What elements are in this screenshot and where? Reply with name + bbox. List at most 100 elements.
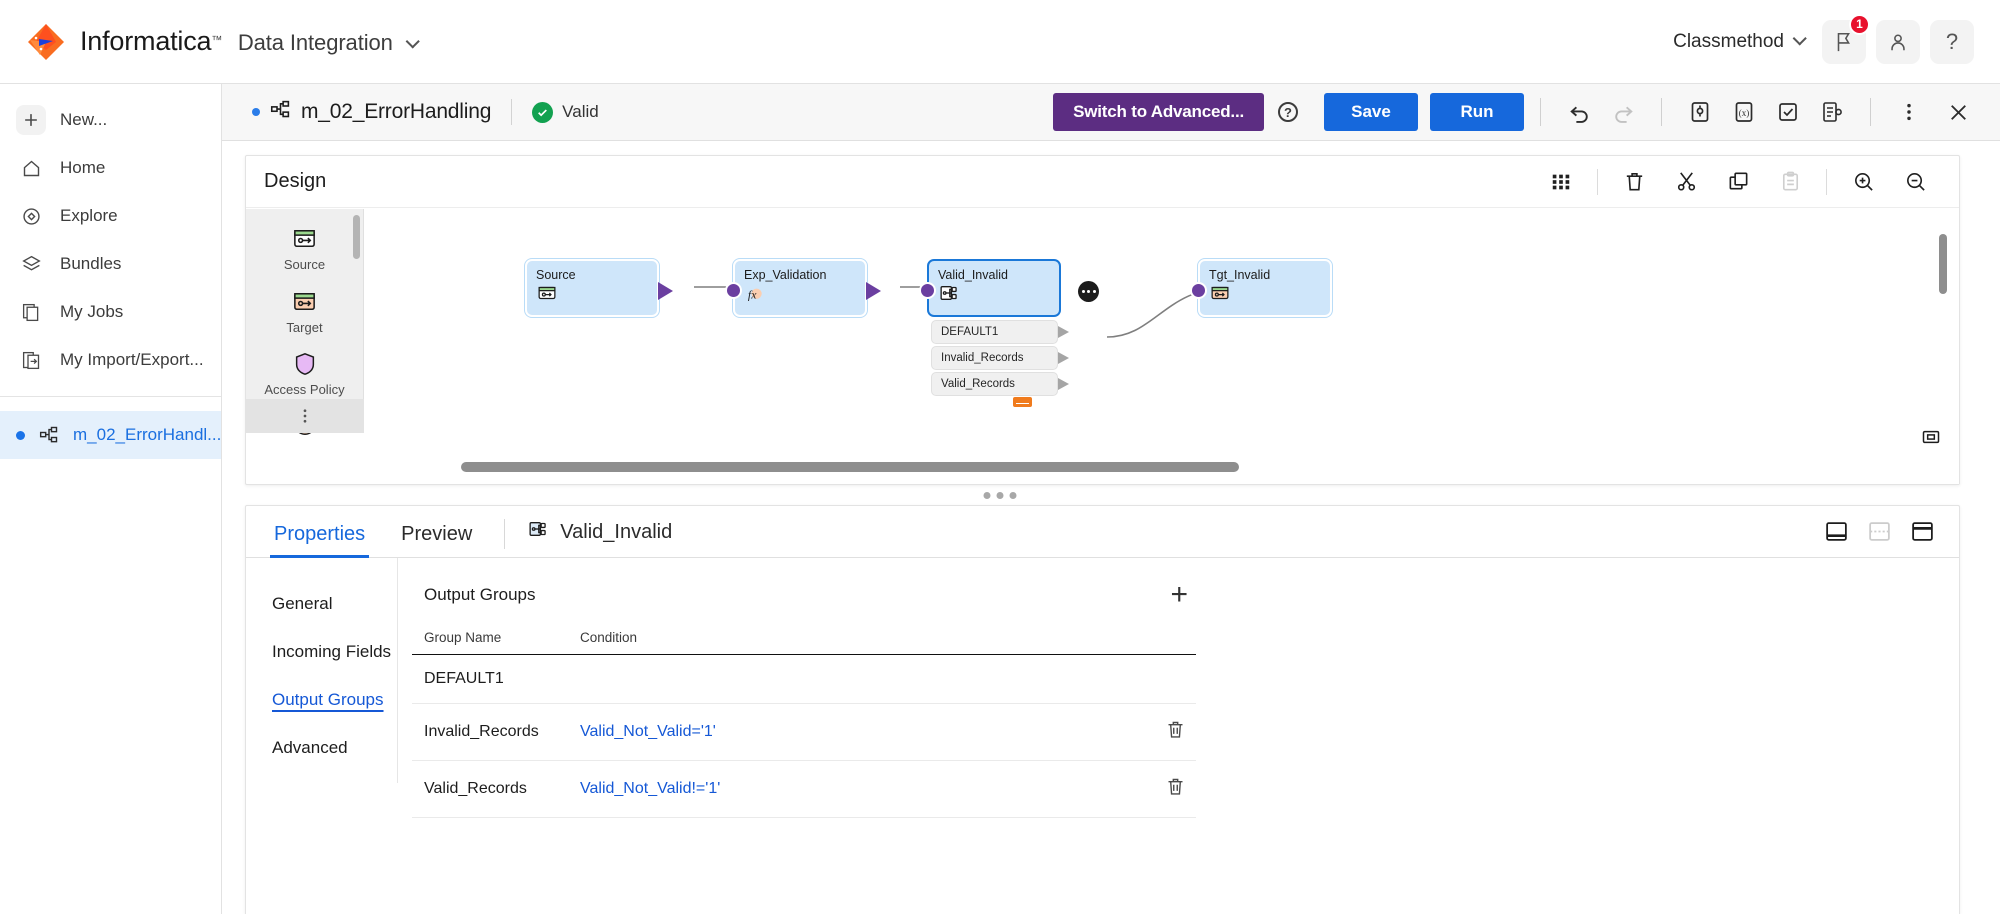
parameters-icon[interactable] xyxy=(1683,95,1717,129)
tab-preview[interactable]: Preview xyxy=(397,523,476,557)
canvas-output-group-default1[interactable]: DEFAULT1 xyxy=(931,320,1069,344)
design-canvas-card: Design Source Target Access Policy Sourc… xyxy=(245,155,1960,485)
prop-nav-general[interactable]: General xyxy=(272,594,332,614)
product-chevron-down-icon[interactable] xyxy=(405,34,420,49)
status-badge: Valid xyxy=(562,102,599,121)
row-condition-1[interactable]: Valid_Not_Valid='1' xyxy=(580,723,716,740)
mapping-status: Valid xyxy=(532,101,599,123)
documents-icon xyxy=(16,302,46,323)
palette-item-target[interactable]: Target xyxy=(246,288,363,335)
canvas-output-group-invalid-records[interactable]: Invalid_Records xyxy=(931,346,1069,370)
canvas-node-tgt-invalid[interactable]: Tgt_Invalid xyxy=(1190,259,1332,317)
org-name: Classmethod xyxy=(1673,30,1784,52)
svg-text:fx: fx xyxy=(748,289,757,302)
canvas-output-group-valid-records[interactable]: Valid_Records xyxy=(931,372,1069,396)
delete-row-2-icon[interactable] xyxy=(1165,776,1186,802)
sidebar-item-home[interactable]: Home xyxy=(0,144,221,192)
row-condition-2[interactable]: Valid_Not_Valid!='1' xyxy=(580,780,720,797)
kebab-menu-icon[interactable] xyxy=(1892,95,1926,129)
table-row[interactable]: DEFAULT1 xyxy=(412,654,1196,704)
mapping-modified-dot xyxy=(252,108,260,116)
mapping-canvas[interactable]: Source Exp_Validation fx Valid_Invalid D… xyxy=(365,209,1959,484)
router-icon xyxy=(527,518,549,546)
sidebar-item-my-import-export[interactable]: My Import/Export... xyxy=(0,336,221,384)
palette-scrollbar[interactable] xyxy=(353,215,360,259)
canvas-node-source[interactable]: Source xyxy=(525,259,673,317)
help-icon[interactable]: ? xyxy=(1930,19,1974,64)
output-group-arrow-2 xyxy=(1058,378,1069,390)
palette-item-access-policy[interactable]: Access Policy xyxy=(246,351,363,397)
unsaved-dot-indicator xyxy=(16,430,25,440)
sidebar-label-new: New... xyxy=(60,110,108,129)
help-glyph: ? xyxy=(1945,28,1959,54)
panel-resize-handle[interactable] xyxy=(983,492,1017,499)
toolbar-actions: Switch to Advanced... ? Save Run (x) xyxy=(1053,93,1980,131)
sidebar-item-my-jobs[interactable]: My Jobs xyxy=(0,288,221,336)
canvas-node-exp-validation[interactable]: Exp_Validation fx xyxy=(725,259,881,317)
add-output-group-button[interactable]: + xyxy=(1170,580,1188,610)
layout-bottom-panel-icon[interactable] xyxy=(1824,519,1849,549)
plus-icon xyxy=(16,105,46,135)
tab-properties[interactable]: Properties xyxy=(270,523,370,558)
fit-to-window-icon[interactable] xyxy=(1921,427,1941,452)
undo-icon[interactable] xyxy=(1562,95,1596,129)
cut-icon[interactable] xyxy=(1668,164,1704,200)
sidebar-item-new[interactable]: New... xyxy=(0,96,221,144)
delete-row-1-icon[interactable] xyxy=(1165,719,1186,745)
sidebar-item-explore[interactable]: Explore xyxy=(0,192,221,240)
properties-body: General Incoming Fields Output Groups Ad… xyxy=(246,558,1959,914)
zoom-in-icon[interactable] xyxy=(1845,164,1881,200)
layout-top-panel-icon[interactable] xyxy=(1910,519,1935,549)
mapping-doc-icon[interactable] xyxy=(1815,95,1849,129)
prop-nav-incoming-fields[interactable]: Incoming Fields xyxy=(272,642,391,662)
user-account-icon[interactable] xyxy=(1876,19,1920,64)
prop-nav-advanced[interactable]: Advanced xyxy=(272,738,348,758)
zoom-out-icon[interactable] xyxy=(1897,164,1933,200)
panel-tabs: Properties Preview Valid_Invalid xyxy=(246,506,1959,558)
output-groups-collapse-toggle[interactable] xyxy=(1013,397,1032,407)
valid-invalid-context-menu-icon[interactable] xyxy=(1078,281,1099,302)
sidebar-item-bundles[interactable]: Bundles xyxy=(0,240,221,288)
node-label-source: Source xyxy=(536,268,576,282)
table-row[interactable]: Valid_Records Valid_Not_Valid!='1' xyxy=(412,760,1196,818)
properties-panel: Properties Preview Valid_Invalid General… xyxy=(245,505,1960,914)
delete-icon[interactable] xyxy=(1616,164,1652,200)
prop-nav-output-groups[interactable]: Output Groups xyxy=(272,690,384,710)
sidebar-label-explore: Explore xyxy=(60,206,118,225)
row-group-name-1: Invalid_Records xyxy=(412,703,568,761)
validate-icon[interactable] xyxy=(1771,95,1805,129)
copy-icon[interactable] xyxy=(1720,164,1756,200)
layout-split-panel-icon[interactable] xyxy=(1867,519,1892,549)
table-row[interactable]: Invalid_Records Valid_Not_Valid='1' xyxy=(412,703,1196,761)
row-condition-0 xyxy=(568,654,1140,704)
product-name: Data Integration xyxy=(237,30,393,55)
output-group-arrow-0 xyxy=(1058,326,1069,338)
valid-invalid-input-port[interactable] xyxy=(919,282,936,299)
palette-more-kebab-icon[interactable] xyxy=(246,399,364,433)
canvas-horizontal-scrollbar[interactable] xyxy=(461,462,1239,472)
palette-item-source[interactable]: Source xyxy=(246,225,363,272)
switch-to-advanced-button[interactable]: Switch to Advanced... xyxy=(1053,93,1264,131)
run-button[interactable]: Run xyxy=(1430,93,1524,131)
canvas-output-group-label-0: DEFAULT1 xyxy=(941,326,999,338)
canvas-node-valid-invalid[interactable]: Valid_Invalid xyxy=(919,259,1061,317)
close-icon[interactable] xyxy=(1941,95,1975,129)
source-icon xyxy=(536,282,558,309)
column-header-condition: Condition xyxy=(568,624,1140,655)
grid-icon[interactable] xyxy=(1543,164,1579,200)
output-group-arrow-1 xyxy=(1058,352,1069,364)
sidebar-label-home: Home xyxy=(60,158,106,177)
exp-validation-input-port[interactable] xyxy=(725,282,742,299)
sidebar-item-open-mapping[interactable]: m_02_ErrorHandl... xyxy=(0,411,221,459)
canvas-vertical-scrollbar[interactable] xyxy=(1939,234,1947,294)
advanced-help-icon[interactable]: ? xyxy=(1278,102,1298,122)
paste-icon xyxy=(1772,164,1808,200)
router-icon xyxy=(938,282,960,309)
save-button[interactable]: Save xyxy=(1324,93,1418,131)
tgt-invalid-input-port[interactable] xyxy=(1190,282,1207,299)
expression-macro-icon[interactable]: (x) xyxy=(1727,95,1761,129)
brand-logo[interactable]: Informatica™ Data Integration xyxy=(26,22,420,62)
notifications-flag-icon[interactable]: 1 xyxy=(1822,13,1870,64)
org-switcher[interactable]: Classmethod xyxy=(1665,25,1812,59)
design-title: Design xyxy=(264,170,327,192)
